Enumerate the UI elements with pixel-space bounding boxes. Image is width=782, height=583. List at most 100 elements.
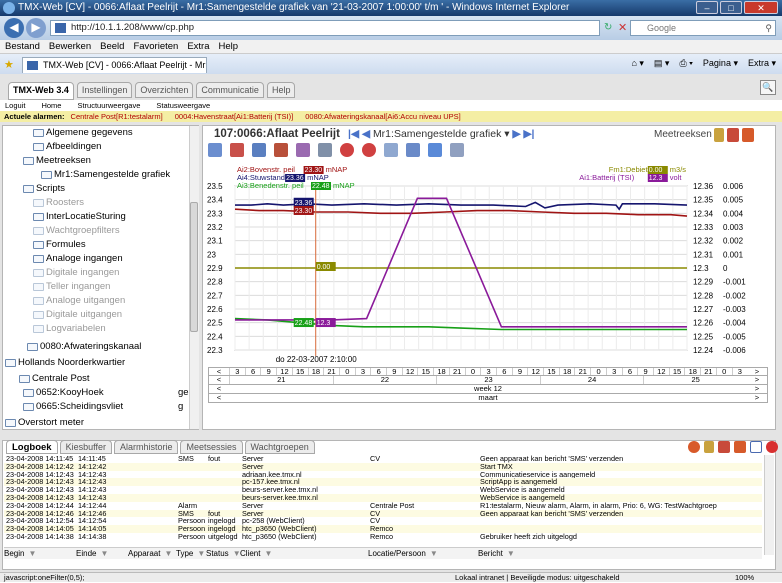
table-icon[interactable]: [252, 143, 266, 157]
tree-item[interactable]: 0080:Afwateringskanaal: [27, 340, 141, 354]
log-row[interactable]: 23-04-2008 14:14:38 14:14:38 Persoon uitgel…: [4, 532, 762, 541]
scroll-right-icon[interactable]: >: [747, 385, 767, 393]
search-input[interactable]: Google ⚲: [630, 20, 776, 36]
alert-icon[interactable]: [688, 441, 700, 453]
alarm-link[interactable]: 0080:Afwateringskanaal[Ai6:Accu niveau U…: [305, 112, 461, 121]
app-tab[interactable]: Instellingen: [76, 82, 133, 98]
calendar-icon[interactable]: [718, 441, 730, 453]
close-icon[interactable]: [766, 441, 778, 453]
home-icon[interactable]: ⌂ ▾: [631, 58, 643, 69]
app-tab[interactable]: Overzichten: [135, 82, 194, 98]
tree-item[interactable]: Hollands Noorderkwartier: [5, 356, 125, 370]
url-input[interactable]: http://10.1.1.208/www/cp.php: [50, 20, 600, 36]
filter-icon[interactable]: ▼: [28, 549, 36, 558]
log-row[interactable]: 23-04-2008 14:12:43 14:12:43 adriaan.kee.t…: [4, 470, 762, 479]
app-tab[interactable]: Communicatie: [196, 82, 264, 98]
tree-item[interactable]: Centrale Post: [19, 372, 90, 386]
log-row[interactable]: 23-04-2008 14:12:43 14:12:43 beurs-server.…: [4, 493, 762, 502]
last-icon[interactable]: ▶|: [523, 128, 534, 140]
alarm-link[interactable]: Centrale Post[R1:testalarm]: [71, 112, 163, 121]
minimize-button[interactable]: –: [696, 1, 718, 14]
filter-icon[interactable]: ▼: [507, 549, 515, 558]
menu-item[interactable]: Bestand: [5, 40, 40, 53]
extra-menu[interactable]: Extra ▾: [748, 58, 776, 69]
grid-icon[interactable]: [384, 143, 398, 157]
tree-item[interactable]: Roosters: [33, 196, 84, 210]
cursor-icon[interactable]: [318, 143, 332, 157]
zoom-in-icon[interactable]: [340, 143, 354, 157]
print-icon[interactable]: ⎙ ▾: [679, 58, 692, 69]
maximize-button[interactable]: □: [720, 1, 742, 14]
tree-item[interactable]: Digitale ingangen: [33, 266, 119, 280]
log-scrollbar[interactable]: [764, 455, 774, 555]
scroll-left-icon[interactable]: <: [209, 394, 229, 402]
menu-item[interactable]: Favorieten: [133, 40, 178, 53]
filter-icon[interactable]: ▼: [164, 549, 172, 558]
scroll-left-icon[interactable]: <: [209, 385, 229, 393]
scroll-left-icon[interactable]: <: [209, 376, 229, 384]
app-tab[interactable]: Help: [266, 82, 296, 98]
scroll-right-icon[interactable]: >: [747, 368, 767, 376]
tree-item[interactable]: Logvariabelen: [33, 322, 106, 336]
filter-icon[interactable]: ▼: [233, 549, 240, 558]
log-row[interactable]: 23-04-2008 14:12:42 14:12:42 Server Start T…: [4, 462, 762, 471]
filter-icon[interactable]: ▼: [430, 549, 438, 558]
subnav-link[interactable]: Loguit: [5, 100, 25, 111]
forward-button[interactable]: ▶: [26, 18, 46, 38]
tree-item[interactable]: Scripts: [23, 182, 65, 196]
tree-item[interactable]: Analoge ingangen: [33, 252, 123, 266]
refresh-icon[interactable]: [734, 441, 746, 453]
log-column-header[interactable]: Apparaat ▼: [128, 548, 176, 559]
window-icon[interactable]: [750, 441, 762, 453]
close-button[interactable]: ✕: [744, 1, 778, 14]
print-icon[interactable]: [296, 143, 310, 157]
log-column-header[interactable]: Client ▼: [240, 548, 338, 559]
alarm-link[interactable]: 0004:Havenstraat[Ai1:Batterij (TSI)]: [175, 112, 293, 121]
log-column-header[interactable]: Einde ▼: [76, 548, 128, 559]
line-chart[interactable]: 23.5 23.4 23.3 23.2 23.1 23 22.9 22.8 22.7 22.6 22…: [205, 162, 769, 366]
log-row[interactable]: 23-04-2008 14:14:05 14:14:05 Persoon ingelo…: [4, 525, 762, 533]
log-column-header[interactable]: Locatie/Persoon ▼: [368, 548, 478, 559]
log-tab[interactable]: Wachtgroepen: [244, 440, 315, 454]
tree-item[interactable]: Overstort meter: [5, 416, 84, 429]
tree-scroll-thumb[interactable]: [190, 202, 198, 332]
export-icon[interactable]: [274, 143, 288, 157]
tree-item[interactable]: Digitale uitgangen: [33, 308, 122, 322]
tools-icon[interactable]: [230, 143, 244, 157]
log-row[interactable]: 23-04-2008 14:12:43 14:12:43 beurs-server.…: [4, 486, 762, 494]
page-menu[interactable]: Pagina ▾: [703, 58, 738, 69]
menu-item[interactable]: Help: [219, 40, 239, 53]
log-row[interactable]: 23-04-2008 14:12:43 14:12:43 pc-157.kee.tm…: [4, 478, 762, 487]
scroll-right-icon[interactable]: >: [747, 376, 767, 384]
tree-item[interactable]: Mr1:Samengestelde grafiek: [41, 168, 170, 182]
meetreeksen-menu[interactable]: Meetreeksen ▾: [654, 129, 720, 140]
layout-icon[interactable]: [450, 143, 464, 157]
lock-icon[interactable]: [714, 128, 724, 142]
log-column-header[interactable]: Type ▼: [176, 548, 206, 559]
search-icon[interactable]: ⚲: [765, 21, 772, 35]
tree-item[interactable]: Algemene gegevens: [33, 126, 133, 140]
subnav-link[interactable]: Structuurweergave: [77, 100, 140, 111]
refresh-icon[interactable]: ↻: [604, 22, 612, 33]
menu-item[interactable]: Extra: [187, 40, 209, 53]
filter-icon[interactable]: ▼: [100, 549, 108, 558]
log-row[interactable]: 23-04-2008 14:11:45 14:11:45 SMS fout Server…: [4, 455, 762, 463]
log-column-header[interactable]: [338, 548, 368, 559]
lock-icon[interactable]: [704, 441, 714, 453]
next-icon[interactable]: ▶: [512, 128, 520, 140]
log-column-header[interactable]: Bericht ▼: [478, 548, 762, 559]
scroll-right-icon[interactable]: >: [747, 394, 767, 402]
filter-icon[interactable]: ▼: [264, 549, 272, 558]
tree-item[interactable]: 0665:Scheidingsvliet g: [23, 400, 183, 414]
tree-item[interactable]: Afbeeldingen: [33, 140, 101, 154]
log-column-header[interactable]: Status ▼: [206, 548, 240, 559]
zoom-out-icon[interactable]: [362, 143, 376, 157]
chart-icon[interactable]: [208, 143, 222, 157]
browser-tab[interactable]: TMX-Web [CV] - 0066:Aflaat Peelrijt - Mr…: [22, 57, 207, 73]
log-row[interactable]: 23-04-2008 14:12:46 14:12:46 SMS fout Server…: [4, 509, 762, 518]
log-row[interactable]: 23-04-2008 14:12:54 14:12:54 Persoon ingelo…: [4, 517, 762, 526]
scroll-left-icon[interactable]: <: [209, 368, 229, 376]
settings-icon[interactable]: [428, 143, 442, 157]
log-row[interactable]: 23-04-2008 14:12:44 14:12:44 Alarm Server Ce…: [4, 501, 762, 510]
tree-item[interactable]: Teller ingangen: [33, 280, 110, 294]
